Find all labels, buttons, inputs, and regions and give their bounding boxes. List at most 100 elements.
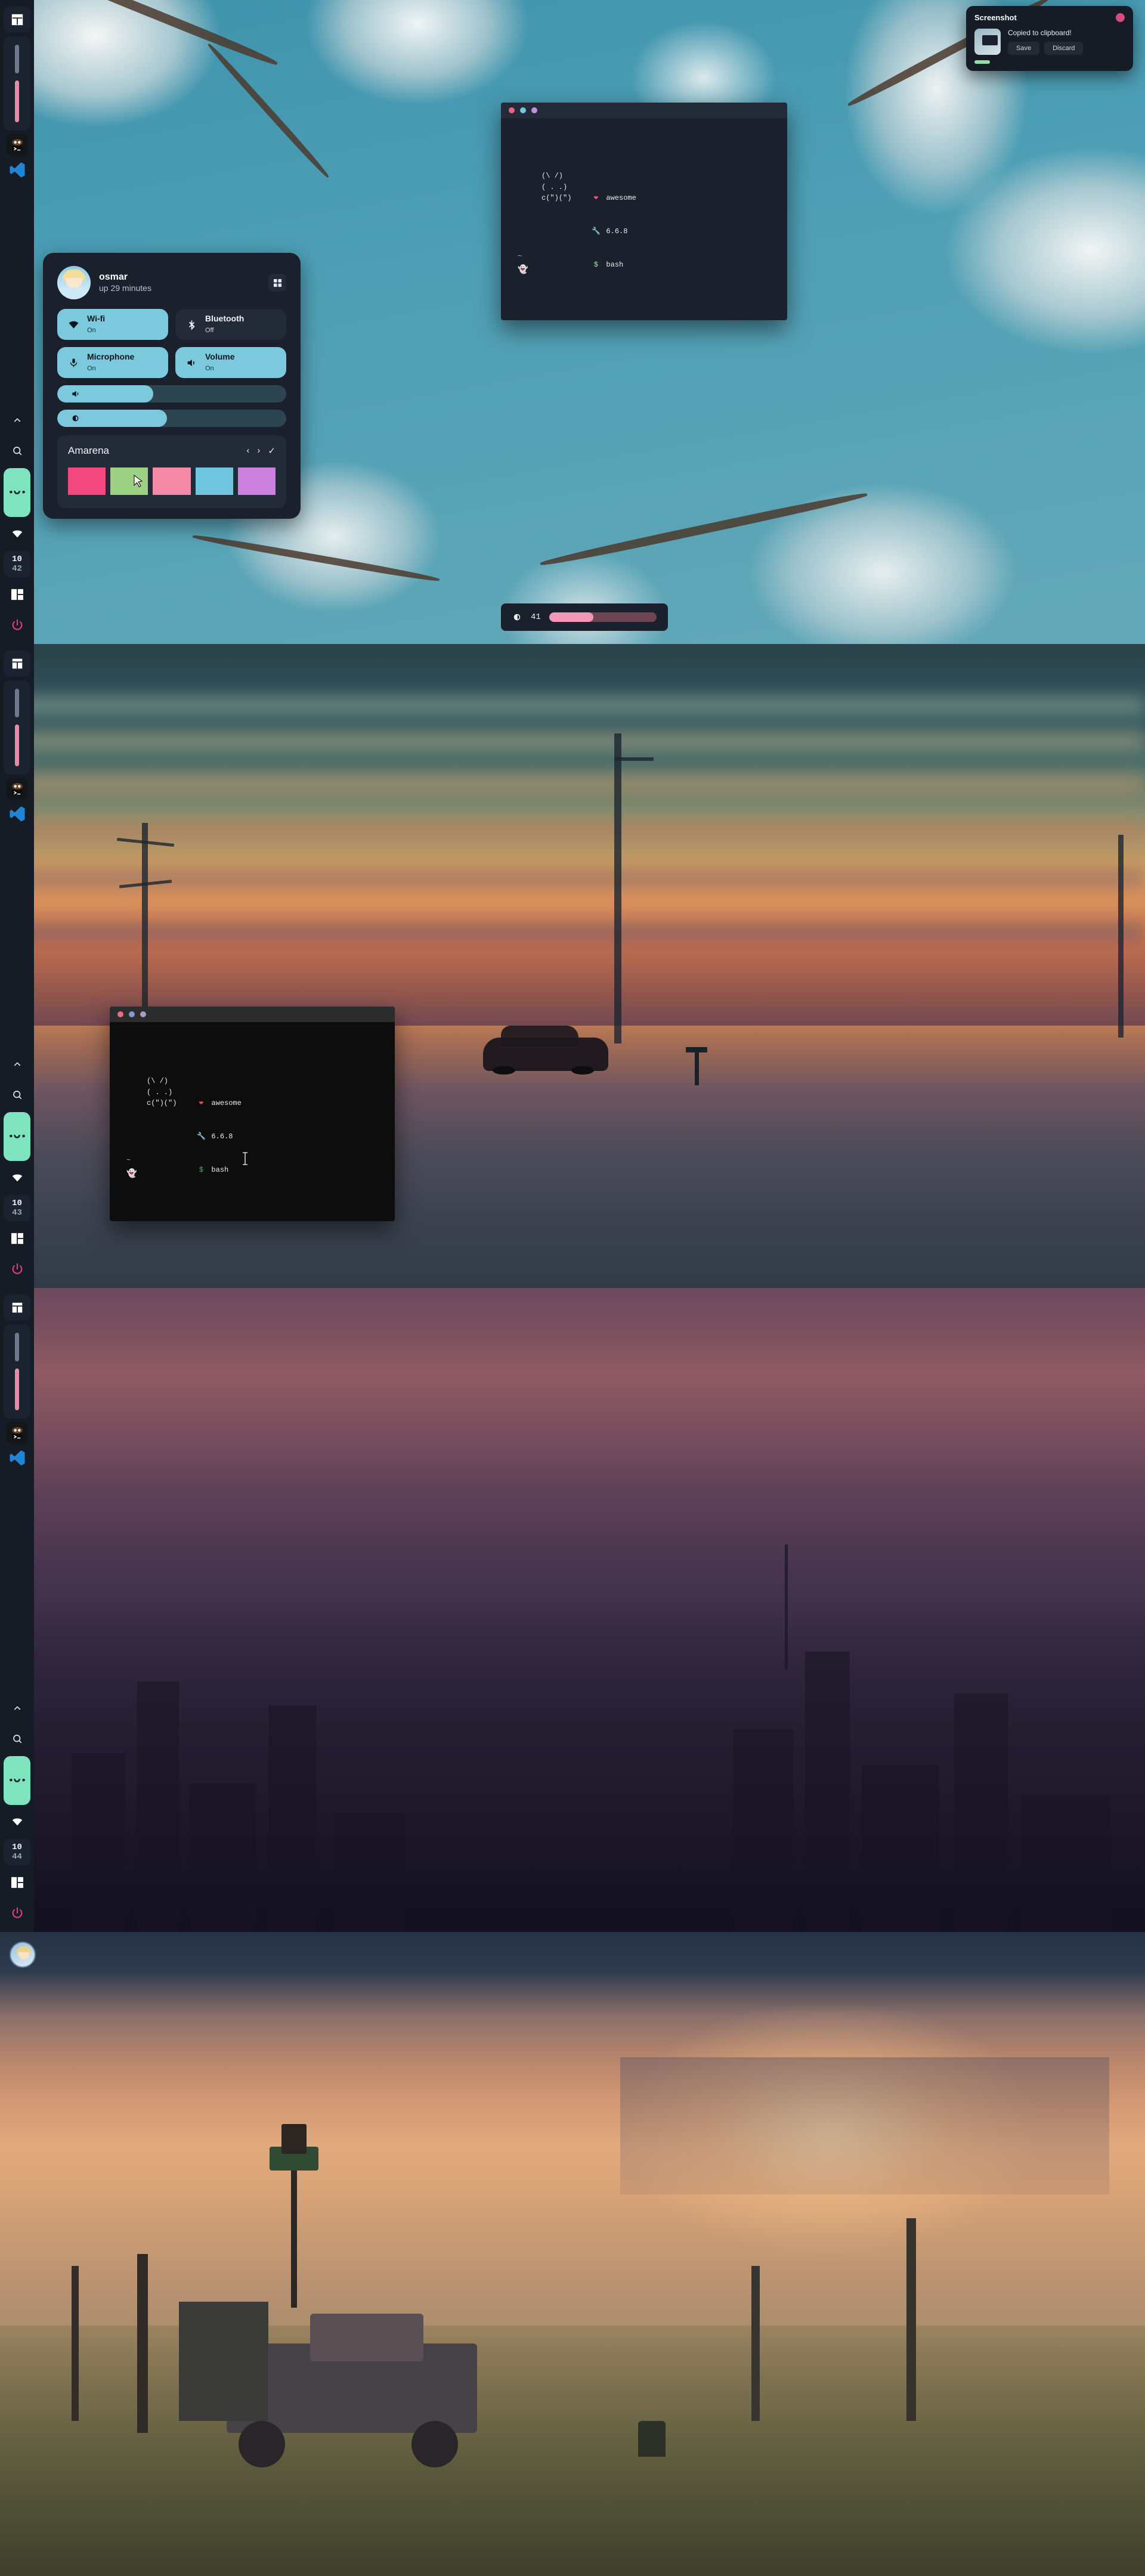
power-icon[interactable] [4,611,30,638]
theme-name: Amarena [68,445,109,456]
kitty-terminal-icon[interactable] [6,1422,28,1444]
swatch[interactable] [195,467,233,495]
terminal-titlebar[interactable] [501,103,787,118]
avatar[interactable] [57,266,91,299]
discard-button[interactable]: Discard [1044,42,1084,55]
tiling-layout-icon[interactable] [4,1225,30,1252]
swatch[interactable] [153,467,191,495]
maximize-dot[interactable] [531,107,537,113]
dollar-icon: $ [593,260,599,269]
brightness-bar [549,612,657,622]
theme-prev-button[interactable]: ‹ [246,445,249,456]
swatch[interactable] [237,467,276,495]
theme-selector-1[interactable]: Amarena ‹ › ✓ [57,435,286,508]
ascii-art: (\ /) ( . .) c(")(") [147,1077,177,1108]
swatch[interactable] [110,467,148,495]
control-center-1[interactable]: osmar up 29 minutes Wi-fi On Bluetooth Off… [43,253,301,519]
minimize-dot[interactable] [129,1011,135,1017]
swatch[interactable] [68,467,106,495]
wifi-icon[interactable] [4,1165,30,1191]
chevron-up-icon[interactable] [4,1695,30,1722]
desktop-screen-3: 10 44 (\ /) ( . .) c(")(") ❤awesome 🔧6.6… [0,1288,1145,1932]
save-button[interactable]: Save [1008,42,1040,55]
toggle-wifi[interactable]: Wi-fi On [57,309,168,340]
search-icon[interactable] [4,1726,30,1753]
workspace-pill-1[interactable] [15,1333,19,1361]
workspace-pill-2[interactable] [15,80,19,122]
wrench-icon: 🔧 [197,1132,206,1141]
screenshot-notification[interactable]: Screenshot Copied to clipboard! Save Dis… [966,6,1133,71]
notification-header: Screenshot [974,13,1125,22]
workspace-pill-1[interactable] [15,45,19,73]
vscode-icon[interactable] [7,803,28,825]
theme-apply-button[interactable]: ✓ [268,445,276,456]
terminal-titlebar[interactable] [110,1007,395,1022]
window-layout-icon[interactable] [4,6,30,33]
chevron-up-icon[interactable] [4,407,30,434]
system-info: ❤ awesome 🔧 6.6.8 $ bash [592,171,636,293]
power-icon[interactable] [4,1899,30,1926]
close-dot[interactable] [117,1011,123,1017]
minimize-dot[interactable] [520,107,526,113]
search-icon[interactable] [4,1082,30,1109]
profile-orb[interactable] [10,1942,36,1968]
vscode-icon[interactable] [7,1447,28,1469]
toggle-volume[interactable]: Volume On [175,347,286,378]
bar-clock-1[interactable]: 10 42 [4,550,30,577]
terminal-window-1[interactable]: (\ /) ( . .) c(")(") ❤ awesome 🔧 6.6.8 $ ba… [501,103,787,320]
wifi-icon[interactable] [4,1809,30,1835]
desktop-screen-1: 10 42 Screenshot Copied to clipboard! Sa… [0,0,1145,644]
kitty-terminal-icon[interactable] [6,778,28,800]
kitty-terminal-icon[interactable] [6,134,28,156]
workspace-indicators[interactable] [4,680,30,775]
notification-thumbnail [974,29,1001,55]
toggle-microphone[interactable]: Microphone On [57,347,168,378]
prompt-glyph: 👻 [126,1169,137,1179]
quick-toggles: Wi-fi On Bluetooth Off Microphone On Volume… [54,309,290,378]
workspace-indicators[interactable] [4,36,30,131]
window-layout-icon[interactable] [4,650,30,677]
microphone-icon [67,357,80,369]
tiling-layout-icon[interactable] [4,581,30,608]
power-icon[interactable] [4,1255,30,1282]
assistant-face-widget[interactable] [4,1111,30,1161]
neofetch-output: (\ /) ( . .) c(")(") ❤ awesome 🔧 6.6.8 $ ba… [147,1076,242,1198]
wrench-icon: 🔧 [592,227,601,236]
toggle-bluetooth[interactable]: Bluetooth Off [175,309,286,340]
toggle-state: On [87,327,96,334]
toggle-label: Wi-fi [87,313,106,323]
notification-body: Copied to clipboard! Save Discard [974,29,1125,55]
window-layout-icon[interactable] [4,1294,30,1321]
left-bar-screen-3: 10 44 [0,1288,34,1932]
notification-actions: Save Discard [1008,42,1125,55]
tiling-layout-icon[interactable] [4,1869,30,1896]
brightness-icon [513,614,521,621]
search-icon[interactable] [4,438,30,465]
bar-clock-2[interactable]: 10 43 [4,1194,30,1221]
toggle-label: Microphone [87,351,135,361]
workspace-indicators[interactable] [4,1324,30,1419]
toggle-state: On [87,365,96,372]
bar-clock-3[interactable]: 10 44 [4,1838,30,1865]
assistant-face-widget[interactable] [4,1755,30,1805]
workspace-pill-2[interactable] [15,724,19,766]
workspace-pill-2[interactable] [15,1368,19,1410]
close-dot[interactable] [509,107,515,113]
uptime: up 29 minutes [99,283,151,293]
chevron-up-icon[interactable] [4,1051,30,1078]
volume-slider[interactable] [57,385,286,402]
wallpaper-post-apocalyptic [0,1932,1145,2576]
close-icon[interactable] [1116,13,1125,22]
wifi-icon[interactable] [4,521,30,547]
maximize-dot[interactable] [140,1011,146,1017]
vscode-icon[interactable] [7,159,28,181]
terminal-window-2[interactable]: (\ /) ( . .) c(")(") ❤ awesome 🔧 6.6.8 $ ba… [110,1007,395,1221]
assistant-face-widget[interactable] [4,467,30,517]
brightness-value: 41 [531,612,541,622]
workspace-pill-1[interactable] [15,689,19,717]
app-grid-icon[interactable] [268,274,286,292]
notification-message: Copied to clipboard! [1008,29,1072,37]
theme-next-button[interactable]: › [257,445,260,456]
control-center-header: osmar up 29 minutes [54,264,290,309]
brightness-slider[interactable] [57,410,286,427]
